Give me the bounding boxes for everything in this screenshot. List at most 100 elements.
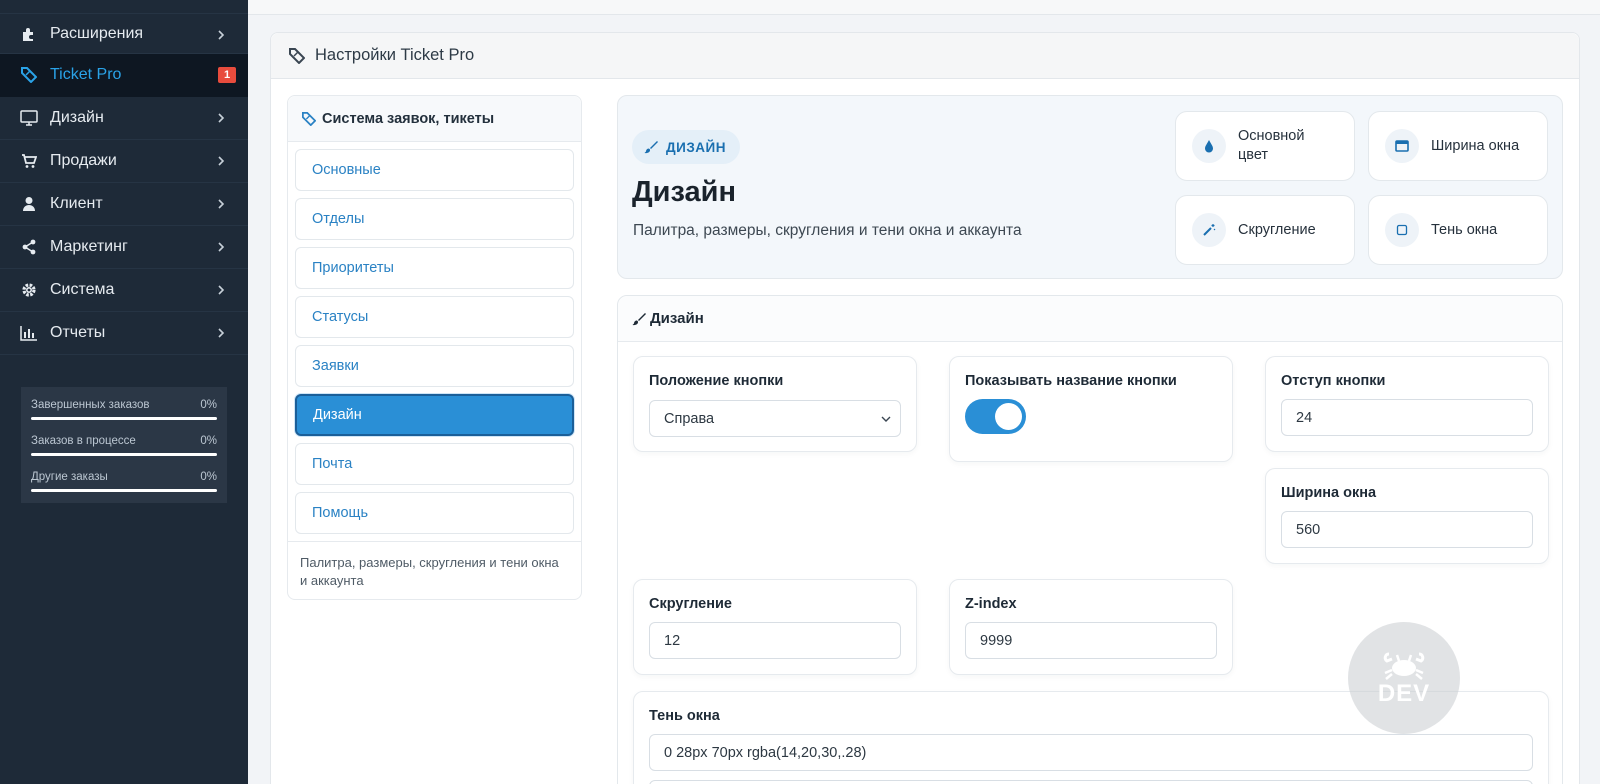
sidebar-item-label: Клиент (50, 195, 103, 212)
stat-value: 0% (200, 399, 217, 411)
sidebar-item-label: Ticket Pro (50, 66, 122, 83)
sidebar-item-label: Отчеты (50, 324, 106, 341)
field-button-offset: Отступ кнопки 24 (1265, 356, 1549, 452)
field-label: Скругление (649, 596, 732, 612)
field-z-index: Z-index 9999 (949, 579, 1233, 675)
chevron-right-icon (218, 30, 225, 40)
tile-window-width[interactable]: Ширина окна (1368, 111, 1548, 181)
ticket-icon (302, 111, 316, 126)
chevron-right-icon (218, 328, 225, 338)
monitor-icon (20, 109, 38, 127)
secondary-input[interactable] (649, 780, 1533, 784)
sidebar-item-ticket-pro[interactable]: Ticket Pro 1 (0, 54, 248, 97)
button-position-select[interactable]: Справа (649, 400, 901, 437)
progress-bar (31, 453, 217, 456)
share-icon (20, 238, 38, 256)
watermark-text: DEV (1377, 680, 1431, 707)
sidebar: Расширения Ticket Pro 1 Дизайн Продажи К… (0, 0, 248, 784)
field-show-button-name: Показывать название кнопки (949, 356, 1233, 462)
settings-menu: Система заявок, тикеты Основные Отделы П… (287, 95, 582, 600)
chevron-right-icon (218, 285, 225, 295)
square-icon (1385, 213, 1419, 247)
panel-header: Настройки Ticket Pro (271, 33, 1579, 79)
field-label: Положение кнопки (649, 373, 784, 389)
notification-badge: 1 (218, 67, 236, 83)
sidebar-item-system[interactable]: Система (0, 269, 248, 312)
ticket-icon (20, 66, 38, 84)
hero-subtitle: Палитра, размеры, скругления и тени окна… (633, 222, 1022, 239)
ticket-icon (289, 47, 305, 64)
tile-shadow[interactable]: Тень окна (1368, 195, 1548, 265)
menu-list: Основные Отделы Приоритеты Статусы Заявк… (288, 142, 581, 534)
stat-label: Завершенных заказов (31, 399, 150, 411)
dev-watermark: DEV (1348, 622, 1460, 734)
tile-label: Ширина окна (1431, 137, 1520, 154)
menu-item-design[interactable]: Дизайн (295, 394, 574, 436)
section-title: Дизайн (650, 310, 704, 327)
order-stats: Завершенных заказов 0% Заказов в процесс… (21, 387, 227, 503)
field-label: Ширина окна (1281, 485, 1377, 501)
menu-title: Система заявок, тикеты (288, 96, 581, 142)
shadow-input[interactable]: 0 28px 70px rgba(14,20,30,.28) (649, 734, 1533, 771)
page-title: Настройки Ticket Pro (315, 46, 475, 64)
sidebar-item-label: Продажи (50, 152, 117, 169)
stat-label: Другие заказы (31, 471, 108, 483)
puzzle-icon (20, 25, 38, 43)
field-radius: Скругление 12 (633, 579, 917, 675)
design-hero: ДИЗАЙН Дизайн Палитра, размеры, скруглен… (617, 95, 1563, 279)
stat-completed: Завершенных заказов 0% (31, 393, 217, 429)
button-offset-input[interactable]: 24 (1281, 399, 1533, 436)
sidebar-item-label: Дизайн (50, 109, 104, 126)
sidebar-item-label: Система (50, 281, 115, 298)
magic-wand-icon (1192, 213, 1226, 247)
sidebar-item-extensions[interactable]: Расширения (0, 14, 248, 54)
tile-label: Скругление (1238, 221, 1316, 238)
select-value: Справа (664, 410, 715, 427)
sidebar-item-marketing[interactable]: Маркетинг (0, 226, 248, 269)
window-icon (1385, 129, 1419, 163)
progress-bar (31, 489, 217, 492)
cart-icon (20, 152, 38, 170)
sidebar-item-reports[interactable]: Отчеты (0, 312, 248, 355)
sidebar-item-sales[interactable]: Продажи (0, 140, 248, 183)
sidebar-item-label: Маркетинг (50, 238, 128, 255)
chevron-right-icon (218, 242, 225, 252)
section-header: Дизайн (618, 296, 1562, 342)
droplet-icon (1192, 129, 1226, 163)
hero-title: Дизайн (632, 176, 736, 208)
menu-item-statuses[interactable]: Статусы (295, 296, 574, 338)
menu-title-label: Система заявок, тикеты (322, 110, 495, 127)
z-index-input[interactable]: 9999 (965, 622, 1217, 659)
field-window-width: Ширина окна 560 (1265, 468, 1549, 564)
top-bar (248, 0, 1600, 15)
radius-input[interactable]: 12 (649, 622, 901, 659)
sidebar-item-label: Расширения (50, 24, 144, 42)
user-icon (20, 195, 38, 213)
stat-other: Другие заказы 0% (31, 465, 217, 501)
stat-label: Заказов в процессе (31, 435, 136, 447)
field-label: Показывать название кнопки (965, 373, 1177, 389)
sidebar-item-design[interactable]: Дизайн (0, 97, 248, 140)
section-pill: ДИЗАЙН (632, 130, 740, 164)
chevron-right-icon (218, 199, 225, 209)
chevron-right-icon (218, 113, 225, 123)
menu-item-help[interactable]: Помощь (295, 492, 574, 534)
menu-item-general[interactable]: Основные (295, 149, 574, 191)
sidebar-item-client[interactable]: Клиент (0, 183, 248, 226)
tile-radius[interactable]: Скругление (1175, 195, 1355, 265)
menu-item-priorities[interactable]: Приоритеты (295, 247, 574, 289)
field-button-position: Положение кнопки Справа (633, 356, 917, 452)
menu-item-mail[interactable]: Почта (295, 443, 574, 485)
menu-item-departments[interactable]: Отделы (295, 198, 574, 240)
sidebar-top-strip (0, 0, 248, 14)
window-width-input[interactable]: 560 (1281, 511, 1533, 548)
bar-chart-icon (20, 324, 38, 342)
gear-icon (20, 281, 38, 299)
stat-in-progress: Заказов в процессе 0% (31, 429, 217, 465)
chevron-down-icon (881, 416, 891, 422)
show-button-name-toggle[interactable] (965, 399, 1026, 434)
menu-item-tickets[interactable]: Заявки (295, 345, 574, 387)
crab-icon (1383, 652, 1425, 680)
tile-primary-color[interactable]: Основной цвет (1175, 111, 1355, 181)
field-label: Отступ кнопки (1281, 373, 1386, 389)
